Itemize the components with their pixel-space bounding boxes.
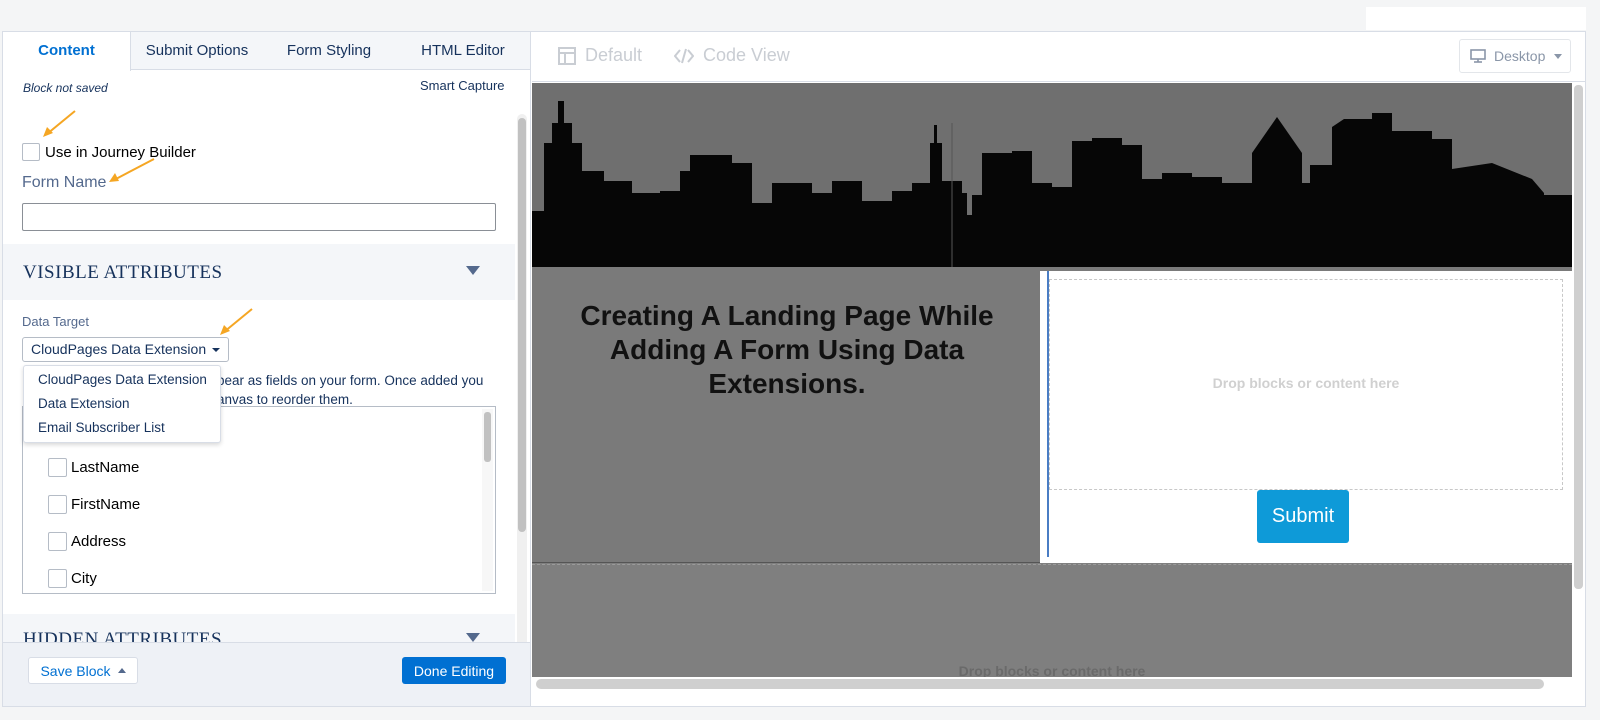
device-label: Desktop bbox=[1494, 48, 1546, 64]
menu-item-data-extension[interactable]: Data Extension bbox=[38, 396, 130, 411]
city-skyline-image bbox=[532, 101, 1572, 267]
code-view-button[interactable]: Code View bbox=[674, 45, 790, 66]
drop-zone-text: Drop blocks or content here bbox=[958, 663, 1146, 677]
drop-zone-text: Drop blocks or content here bbox=[1212, 375, 1400, 391]
dropdown-caret-icon bbox=[1554, 53, 1563, 59]
data-target-label: Data Target bbox=[22, 314, 89, 329]
menu-item-cloudpages-data-extension[interactable]: CloudPages Data Extension bbox=[38, 372, 207, 387]
field-checkbox[interactable] bbox=[48, 494, 67, 514]
visible-attributes-header[interactable]: VISIBLE ATTRIBUTES bbox=[3, 244, 515, 300]
panel-footer: Save Block Done Editing bbox=[3, 642, 530, 706]
data-target-menu: CloudPages Data Extension Data Extension… bbox=[23, 365, 221, 443]
tab-bar: Content Submit Options Form Styling HTML… bbox=[3, 32, 530, 71]
default-view-label: Default bbox=[585, 45, 643, 65]
block-status: Block not saved bbox=[23, 81, 108, 95]
bottom-drop-zone[interactable]: Drop blocks or content here bbox=[532, 564, 1572, 677]
canvas-vertical-scrollbar[interactable] bbox=[1574, 85, 1583, 589]
tab-html-editor[interactable]: HTML Editor bbox=[395, 32, 530, 70]
annotation-arrow-icon bbox=[43, 110, 76, 137]
done-editing-button[interactable]: Done Editing bbox=[402, 657, 506, 684]
editor-area: Default Code View Desktop Creating A Lan… bbox=[532, 32, 1585, 706]
save-block-button[interactable]: Save Block bbox=[28, 657, 138, 684]
form-name-label: Form Name bbox=[22, 174, 107, 191]
description-line-1: pear as fields on your form. Once added … bbox=[217, 373, 484, 388]
field-list-scrollbar[interactable] bbox=[482, 409, 493, 591]
collapse-caret-icon[interactable] bbox=[466, 633, 480, 642]
field-label: Address bbox=[71, 532, 127, 550]
dropdown-caret-icon bbox=[212, 347, 221, 352]
smart-capture-form[interactable]: Drop blocks or content here Submit bbox=[1040, 271, 1572, 563]
form-drop-zone[interactable]: Drop blocks or content here bbox=[1049, 279, 1563, 490]
left-panel: Content Submit Options Form Styling HTML… bbox=[3, 32, 531, 706]
tab-form-styling[interactable]: Form Styling bbox=[263, 32, 395, 70]
form-name-input[interactable] bbox=[22, 203, 496, 231]
cloudpages-editor: Content Submit Options Form Styling HTML… bbox=[2, 31, 1586, 707]
field-label: FirstName bbox=[71, 495, 141, 513]
field-item[interactable]: LastName bbox=[48, 457, 139, 477]
field-label: City bbox=[71, 569, 97, 587]
default-view-button[interactable]: Default bbox=[558, 45, 642, 66]
tab-content[interactable]: Content bbox=[3, 32, 131, 71]
visible-attributes-title: VISIBLE ATTRIBUTES bbox=[23, 262, 223, 283]
tab-submit-options[interactable]: Submit Options bbox=[131, 32, 263, 70]
code-view-label: Code View bbox=[703, 45, 790, 65]
field-item[interactable]: FirstName bbox=[48, 494, 140, 514]
collapse-caret-icon[interactable] bbox=[466, 266, 480, 275]
field-item[interactable]: City bbox=[48, 568, 97, 588]
menu-item-email-subscriber-list[interactable]: Email Subscriber List bbox=[38, 420, 165, 435]
journey-builder-checkbox[interactable] bbox=[22, 143, 40, 161]
content-section: Creating A Landing Page While Adding A F… bbox=[532, 267, 1572, 563]
top-strip bbox=[1366, 7, 1586, 30]
device-selector[interactable]: Desktop bbox=[1459, 39, 1571, 73]
attributes-description: pear as fields on your form. Once added … bbox=[217, 371, 507, 409]
field-item[interactable]: Address bbox=[48, 531, 126, 551]
annotation-arrow-icon bbox=[220, 308, 253, 335]
caret-up-icon bbox=[117, 668, 126, 673]
field-checkbox[interactable] bbox=[48, 531, 67, 551]
canvas-horizontal-scrollbar[interactable] bbox=[536, 679, 1544, 689]
field-checkbox[interactable] bbox=[48, 457, 67, 477]
canvas-toolbar: Default Code View Desktop bbox=[532, 32, 1585, 82]
data-target-dropdown[interactable]: CloudPages Data Extension bbox=[22, 337, 230, 362]
data-target-selected: CloudPages Data Extension bbox=[31, 341, 207, 357]
save-block-label: Save Block bbox=[40, 662, 111, 679]
panel-scrollbar[interactable] bbox=[517, 114, 527, 654]
field-label: LastName bbox=[71, 458, 140, 476]
annotation-arrow-icon bbox=[109, 158, 155, 182]
desktop-icon bbox=[1470, 49, 1486, 63]
page-canvas: Creating A Landing Page While Adding A F… bbox=[532, 83, 1572, 677]
smart-capture-link[interactable]: Smart Capture bbox=[420, 78, 505, 93]
page-headline[interactable]: Creating A Landing Page While Adding A F… bbox=[552, 299, 1022, 401]
submit-button[interactable]: Submit bbox=[1257, 490, 1349, 543]
layout-icon bbox=[558, 46, 576, 65]
field-checkbox[interactable] bbox=[48, 568, 67, 588]
code-icon bbox=[674, 48, 694, 64]
skyline-banner bbox=[532, 83, 1572, 267]
